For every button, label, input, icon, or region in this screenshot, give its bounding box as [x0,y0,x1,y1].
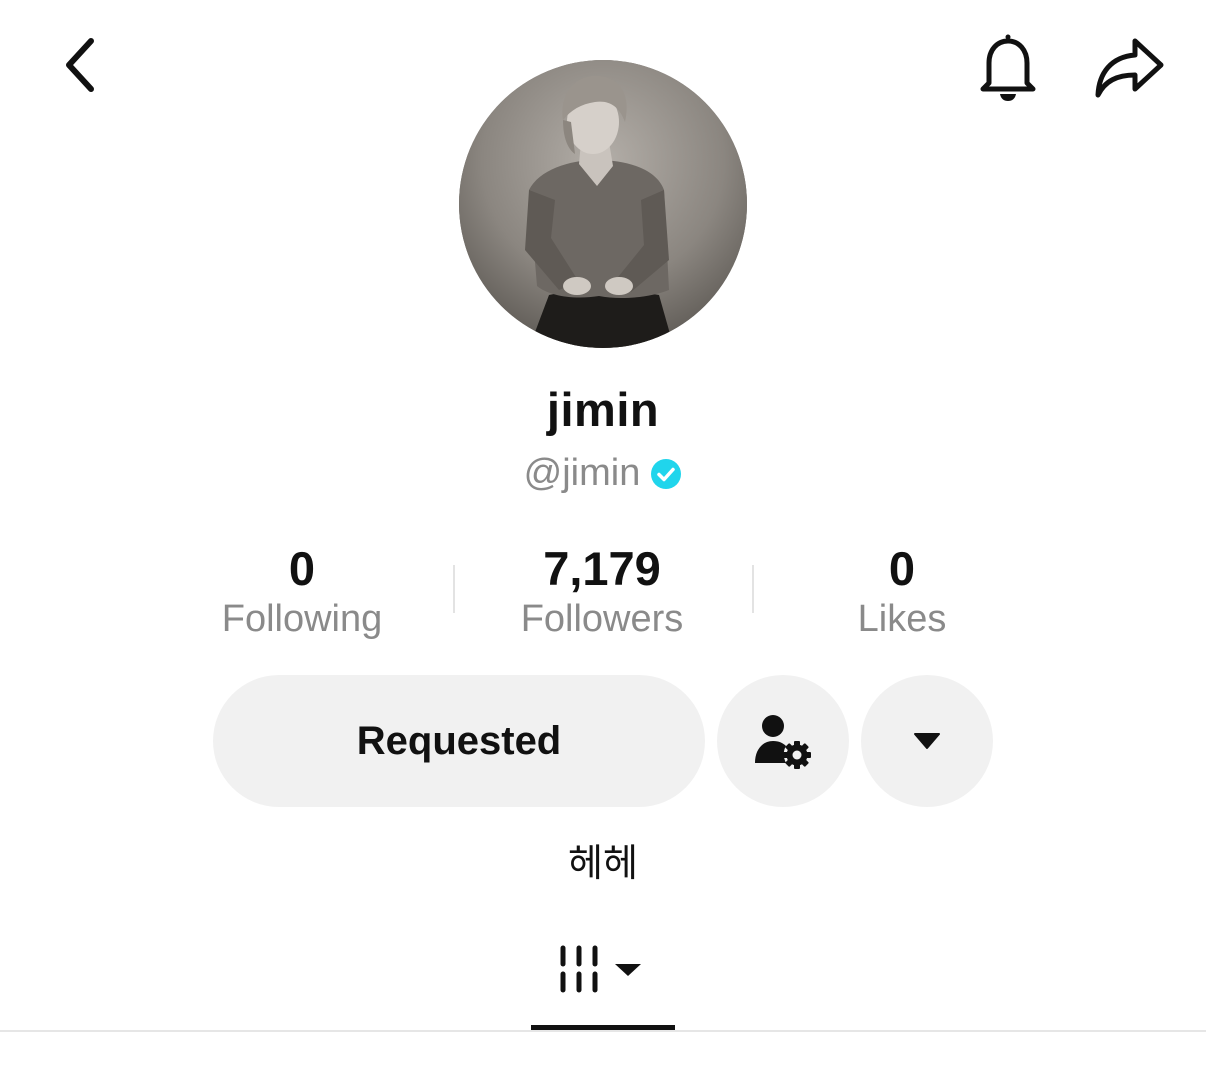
share-button[interactable] [1086,28,1172,108]
tab-bar-divider [0,1030,1206,1032]
requested-button[interactable]: Requested [213,675,705,807]
bell-icon [980,34,1036,101]
tab-videos[interactable] [531,938,675,1032]
following-count: 0 [288,542,316,595]
profile-bio: 헤헤 [568,841,638,885]
avatar-photo [459,60,747,348]
following-label: Following [221,598,383,640]
display-name: jimin [546,383,660,436]
stat-following[interactable]: 0 Following [152,540,452,642]
stat-followers[interactable]: 7,179 Followers [452,540,752,642]
followers-label: Followers [520,598,684,640]
profile-avatar[interactable] [459,60,747,348]
caret-down-icon [914,733,940,749]
likes-count: 0 [888,542,916,595]
notification-bell-button[interactable] [968,28,1048,108]
likes-label: Likes [857,598,947,640]
user-settings-button[interactable] [717,675,849,807]
back-button[interactable] [44,30,114,100]
videos-grid-icon [560,945,641,993]
more-options-button[interactable] [861,675,993,807]
share-arrow-icon [1095,38,1164,98]
chevron-left-icon [66,38,94,92]
handle-row: @jimin [0,452,1206,495]
verified-badge-icon [651,458,682,489]
user-gear-icon [755,715,811,769]
username-handle: @jimin [523,452,641,494]
stat-likes[interactable]: 0 Likes [752,540,1052,642]
followers-count: 7,179 [543,542,661,595]
